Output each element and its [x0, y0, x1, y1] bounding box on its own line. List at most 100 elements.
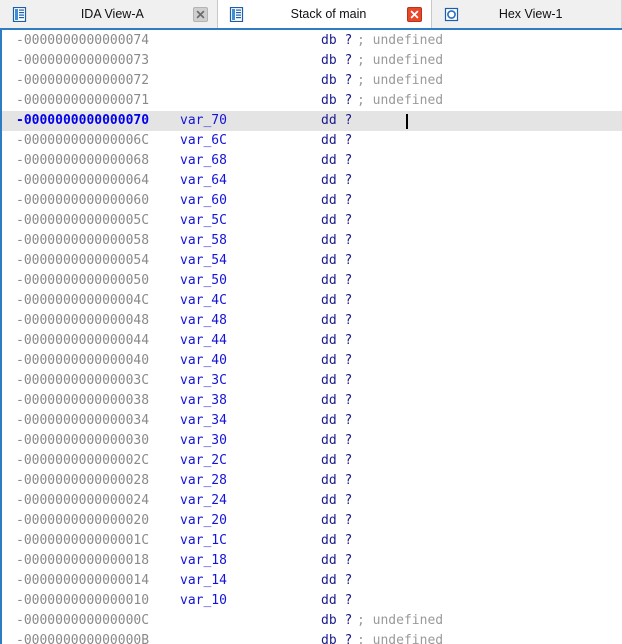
stack-row-directive: dd ?	[321, 473, 353, 488]
stack-row-directive: dd ?	[321, 533, 353, 548]
stack-row-address: -000000000000002C	[16, 453, 150, 468]
tab-ida-view-a[interactable]: IDA View-A	[0, 0, 218, 28]
stack-row-variable-name[interactable]: var_64	[180, 171, 227, 191]
stack-frame-row[interactable]: -0000000000000058 var_58 dd ?	[2, 231, 622, 251]
stack-row-directive: db ?	[321, 53, 353, 68]
stack-frame-row[interactable]: -000000000000004C var_4C dd ?	[2, 291, 622, 311]
stack-row-variable-name[interactable]: var_48	[180, 311, 227, 331]
stack-row-directive: dd ?	[321, 153, 353, 168]
stack-frame-row[interactable]: -0000000000000074 db ? ; undefined	[2, 31, 622, 51]
stack-row-variable-name[interactable]: var_34	[180, 411, 227, 431]
tab-bar: IDA View-A Stack of main Hex View-1	[0, 0, 622, 28]
stack-row-address: -0000000000000010	[16, 593, 150, 608]
stack-row-directive: db ?	[321, 93, 353, 108]
stack-row-variable-name[interactable]: var_60	[180, 191, 227, 211]
stack-row-variable-name[interactable]: var_6C	[180, 131, 227, 151]
stack-row-variable-name[interactable]: var_54	[180, 251, 227, 271]
stack-row-directive: dd ?	[321, 513, 353, 528]
stack-row-variable-name[interactable]: var_30	[180, 431, 227, 451]
stack-frame-row[interactable]: -0000000000000068 var_68 dd ?	[2, 151, 622, 171]
stack-row-address: -000000000000003C	[16, 373, 150, 388]
stack-row-address: -0000000000000018	[16, 553, 150, 568]
stack-row-address: -000000000000005C	[16, 213, 150, 228]
stack-frame-row[interactable]: -000000000000001C var_1C dd ?	[2, 531, 622, 551]
stack-row-variable-name[interactable]: var_68	[180, 151, 227, 171]
stack-row-directive: dd ?	[321, 253, 353, 268]
stack-row-comment: ; undefined	[357, 53, 444, 68]
stack-frame-row[interactable]: -0000000000000064 var_64 dd ?	[2, 171, 622, 191]
stack-row-address: -0000000000000024	[16, 493, 150, 508]
stack-row-variable-name[interactable]: var_40	[180, 351, 227, 371]
stack-frame-row[interactable]: -0000000000000072 db ? ; undefined	[2, 71, 622, 91]
stack-row-variable-name[interactable]: var_44	[180, 331, 227, 351]
tab-stack-of-main[interactable]: Stack of main	[216, 0, 433, 28]
stack-row-variable-name[interactable]: var_10	[180, 591, 227, 611]
stack-row-directive: dd ?	[321, 333, 353, 348]
stack-row-variable-name[interactable]: var_5C	[180, 211, 227, 231]
stack-row-address: -0000000000000064	[16, 173, 150, 188]
stack-row-directive: dd ?	[321, 133, 353, 148]
stack-row-variable-name[interactable]: var_24	[180, 491, 227, 511]
stack-row-address: -0000000000000030	[16, 433, 150, 448]
stack-frame-row[interactable]: -0000000000000020 var_20 dd ?	[2, 511, 622, 531]
stack-row-address: -0000000000000058	[16, 233, 150, 248]
stack-frame-row[interactable]: -000000000000002C var_2C dd ?	[2, 451, 622, 471]
stack-frame-row[interactable]: -0000000000000028 var_28 dd ?	[2, 471, 622, 491]
stack-row-variable-name[interactable]: var_14	[180, 571, 227, 591]
stack-row-address: -000000000000000B	[16, 633, 150, 644]
stack-frame-row[interactable]: -0000000000000010 var_10 dd ?	[2, 591, 622, 611]
stack-row-variable-name[interactable]: var_3C	[180, 371, 227, 391]
stack-row-directive: db ?	[321, 613, 353, 628]
stack-row-comment: ; undefined	[357, 613, 444, 628]
stack-row-directive: dd ?	[321, 353, 353, 368]
stack-frame-row[interactable]: -0000000000000024 var_24 dd ?	[2, 491, 622, 511]
ida-stack-window: IDA View-A Stack of main Hex View-1 -00000…	[0, 0, 622, 644]
stack-frame-view[interactable]: -0000000000000074 db ?; undefined -0000000…	[0, 28, 622, 644]
stack-frame-row[interactable]: -0000000000000073 db ? ; undefined	[2, 51, 622, 71]
stack-row-address: -0000000000000068	[16, 153, 150, 168]
stack-frame-row[interactable]: -000000000000005C var_5C dd ?	[2, 211, 622, 231]
stack-frame-row[interactable]: -0000000000000040 var_40 dd ?	[2, 351, 622, 371]
tab-label: Hex View-1	[498, 7, 563, 21]
stack-frame-row[interactable]: -000000000000000B db ? ; undefined	[2, 631, 622, 644]
stack-row-address: -0000000000000044	[16, 333, 150, 348]
stack-row-variable-name[interactable]: var_58	[180, 231, 227, 251]
stack-frame-row[interactable]: -000000000000006C var_6C dd ?	[2, 131, 622, 151]
stack-row-address: -0000000000000014	[16, 573, 150, 588]
stack-frame-row[interactable]: -0000000000000060 var_60 dd ?	[2, 191, 622, 211]
stack-row-variable-name[interactable]: var_50	[180, 271, 227, 291]
stack-frame-row[interactable]: -000000000000000C db ? ; undefined	[2, 611, 622, 631]
stack-row-comment: ; undefined	[357, 73, 444, 88]
stack-row-variable-name[interactable]: var_1C	[180, 531, 227, 551]
stack-frame-row[interactable]: -0000000000000044 var_44 dd ?	[2, 331, 622, 351]
stack-frame-row[interactable]: -0000000000000038 var_38 dd ?	[2, 391, 622, 411]
stack-row-address: -0000000000000060	[16, 193, 150, 208]
stack-frame-row[interactable]: -0000000000000030 var_30 dd ?	[2, 431, 622, 451]
stack-row-variable-name[interactable]: var_70	[180, 111, 227, 131]
stack-frame-row[interactable]: -0000000000000048 var_48 dd ?	[2, 311, 622, 331]
stack-frame-row-list: -0000000000000074 db ?; undefined -0000000…	[2, 31, 622, 644]
stack-frame-row[interactable]: -0000000000000071 db ? ; undefined	[2, 91, 622, 111]
stack-row-variable-name[interactable]: var_28	[180, 471, 227, 491]
stack-frame-row[interactable]: -0000000000000018 var_18 dd ?	[2, 551, 622, 571]
close-icon[interactable]	[407, 6, 423, 22]
stack-row-directive: dd ?	[321, 573, 353, 588]
stack-row-comment: ; undefined	[357, 633, 444, 644]
stack-frame-row[interactable]: -0000000000000050 var_50 dd ?	[2, 271, 622, 291]
stack-frame-row[interactable]: -0000000000000070 var_70 dd ?	[2, 111, 622, 131]
stack-row-address: -0000000000000034	[16, 413, 150, 428]
stack-row-variable-name[interactable]: var_18	[180, 551, 227, 571]
stack-row-directive: dd ?	[321, 553, 353, 568]
stack-row-variable-name[interactable]: var_20	[180, 511, 227, 531]
stack-row-address: -0000000000000028	[16, 473, 150, 488]
stack-row-variable-name[interactable]: var_4C	[180, 291, 227, 311]
text-caret	[406, 114, 408, 129]
stack-frame-row[interactable]: -000000000000003C var_3C dd ?	[2, 371, 622, 391]
stack-frame-row[interactable]: -0000000000000054 var_54 dd ?	[2, 251, 622, 271]
stack-frame-row[interactable]: -0000000000000034 var_34 dd ?	[2, 411, 622, 431]
stack-frame-row[interactable]: -0000000000000014 var_14 dd ?	[2, 571, 622, 591]
tab-hex-view-1[interactable]: Hex View-1	[432, 0, 622, 28]
close-icon[interactable]	[192, 6, 208, 22]
stack-row-variable-name[interactable]: var_38	[180, 391, 227, 411]
stack-row-variable-name[interactable]: var_2C	[180, 451, 227, 471]
